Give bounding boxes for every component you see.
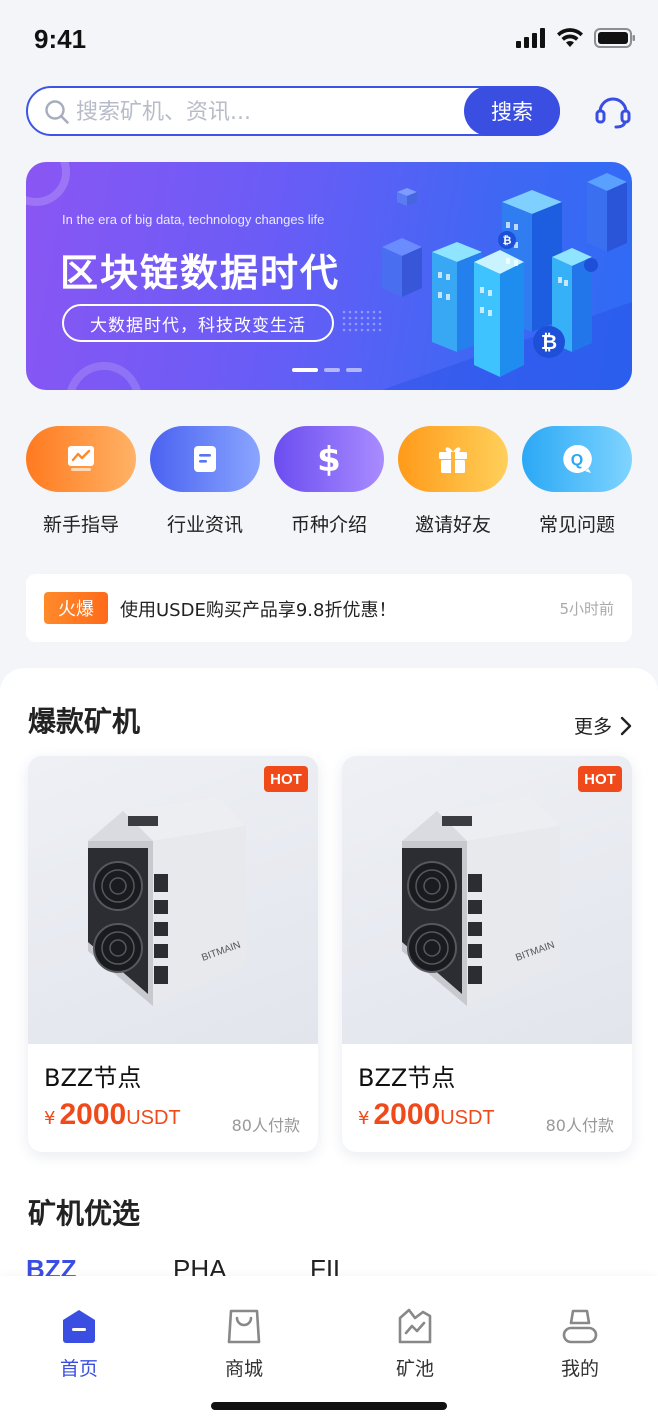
svg-text:Q: Q	[571, 452, 583, 469]
user-icon	[562, 1309, 598, 1344]
search-box[interactable]: 搜索	[26, 86, 560, 136]
svg-text:₿: ₿	[541, 330, 557, 354]
miner-device-image: BITMAIN	[88, 796, 246, 1006]
battery-icon	[594, 28, 635, 48]
hot-badge: HOT	[264, 766, 308, 792]
banner-title: 区块链数据时代	[60, 251, 341, 295]
status-icons	[516, 28, 636, 48]
banner-subtitle: In the era of big data, technology chang…	[62, 212, 325, 227]
banner-tagline: 大数据时代，科技改变生活	[62, 304, 334, 342]
nav-mall[interactable]: 商城	[199, 1306, 289, 1381]
price-unit: USDT	[126, 1107, 181, 1129]
status-bar: 9:41	[0, 0, 658, 80]
product-name: BZZ节点	[44, 1064, 142, 1092]
quick-nav-beginner-guide[interactable]: 新手指导	[26, 426, 136, 537]
news-icon	[150, 426, 260, 492]
banner-dot[interactable]	[346, 368, 362, 372]
notice-text: 使用USDE购买产品享9.8折优惠！	[120, 600, 397, 621]
search-icon	[45, 100, 69, 124]
quick-nav-label: 行业资讯	[166, 514, 243, 536]
nav-home[interactable]: 首页	[34, 1306, 124, 1381]
dollar-icon: $	[274, 426, 384, 492]
nav-profile[interactable]: 我的	[535, 1306, 625, 1381]
product-image: BITMAIN	[28, 756, 318, 1044]
product-price: ¥ 2000 USDT	[44, 1098, 181, 1132]
section-title-miner-selection: 矿机优选	[28, 1197, 141, 1230]
price-unit: USDT	[440, 1107, 495, 1129]
price-value: 2000	[59, 1098, 127, 1131]
nav-label: 首页	[59, 1358, 98, 1380]
more-link[interactable]: 更多	[574, 712, 632, 739]
home-indicator	[211, 1402, 447, 1410]
quick-nav-faq[interactable]: Q 常见问题	[522, 426, 632, 537]
promo-notice[interactable]: 火爆 使用USDE购买产品享9.8折优惠！ 5小时前	[26, 574, 632, 642]
chevron-right-icon	[620, 716, 632, 735]
svg-text:$: $	[317, 441, 341, 477]
price-currency-symbol: ¥	[44, 1108, 56, 1129]
more-label: 更多	[573, 716, 612, 738]
quick-nav-label: 邀请好友	[414, 514, 491, 536]
pool-chart-icon	[398, 1308, 432, 1344]
product-price: ¥ 2000 USDT	[358, 1098, 495, 1132]
product-card[interactable]: BITMAIN HOT BZZ节点 ¥ 2000 USDT 80人付款	[28, 756, 318, 1152]
banner-dot-active[interactable]	[292, 368, 318, 372]
quick-nav-label: 币种介绍	[290, 514, 367, 536]
notice-time: 5小时前	[559, 600, 614, 618]
hot-notice-badge: 火爆	[44, 592, 108, 624]
svg-text:₿: ₿	[503, 234, 512, 247]
product-image: BITMAIN	[342, 756, 632, 1044]
shopping-bag-icon	[227, 1309, 261, 1344]
cellular-signal-icon	[516, 28, 545, 48]
chart-icon	[26, 426, 136, 492]
price-value: 2000	[373, 1098, 441, 1131]
product-name: BZZ节点	[358, 1064, 456, 1092]
quick-nav-label: 新手指导	[42, 514, 119, 536]
product-paid-count: 80人付款	[545, 1116, 614, 1135]
quick-nav-industry-news[interactable]: 行业资讯	[150, 426, 260, 537]
quick-nav-invite-friends[interactable]: 邀请好友	[398, 426, 508, 537]
nav-label: 商城	[224, 1358, 263, 1380]
customer-service-headset-icon[interactable]	[594, 92, 632, 130]
search-button[interactable]: 搜索	[464, 86, 560, 136]
gift-icon	[398, 426, 508, 492]
status-time: 9:41	[34, 24, 87, 54]
hot-badge: HOT	[578, 766, 622, 792]
product-paid-count: 80人付款	[231, 1116, 300, 1135]
wifi-icon	[557, 28, 583, 47]
promo-banner[interactable]: In the era of big data, technology chang…	[26, 162, 632, 390]
search-input[interactable]	[76, 97, 456, 127]
nav-label: 矿池	[395, 1358, 434, 1380]
price-currency-symbol: ¥	[358, 1108, 370, 1129]
section-title-hot-miners: 爆款矿机	[28, 705, 141, 738]
isometric-city-illustration: ₿ ₿	[382, 173, 632, 390]
quick-nav: 新手指导 行业资讯 $ 币种介绍 邀请好友 Q 常见问题	[26, 426, 632, 537]
banner-pagination[interactable]	[292, 368, 362, 372]
search-row: 搜索	[26, 86, 636, 136]
banner-dot[interactable]	[324, 368, 340, 372]
nav-pool[interactable]: 矿池	[370, 1306, 460, 1381]
question-icon: Q	[522, 426, 632, 492]
quick-nav-coin-intro[interactable]: $ 币种介绍	[274, 426, 384, 537]
home-icon	[63, 1310, 95, 1343]
product-card[interactable]: BITMAIN HOT BZZ节点 ¥ 2000 USDT 80人付款	[342, 756, 632, 1152]
nav-label: 我的	[560, 1358, 599, 1380]
quick-nav-label: 常见问题	[538, 514, 615, 536]
miner-device-image: BITMAIN	[402, 796, 560, 1006]
